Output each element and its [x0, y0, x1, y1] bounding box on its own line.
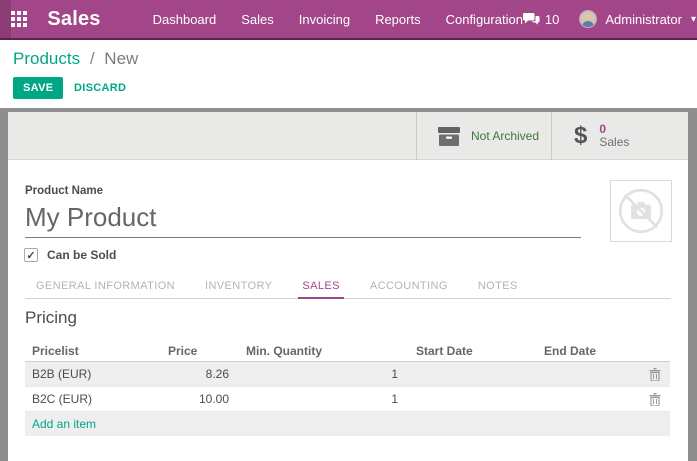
- breadcrumb: Products / New: [13, 49, 138, 69]
- table-row[interactable]: B2B (EUR) 8.26 1: [25, 362, 670, 387]
- product-image-upload[interactable]: [610, 180, 672, 242]
- menu-item-invoicing[interactable]: Invoicing: [299, 12, 350, 27]
- apps-grid-icon: [11, 11, 27, 27]
- topbar-left-edge: [0, 0, 11, 38]
- not-archived-label: Not Archived: [471, 129, 539, 143]
- trash-icon: [649, 393, 661, 406]
- menu-item-reports[interactable]: Reports: [375, 12, 421, 27]
- discard-button[interactable]: DISCARD: [66, 77, 134, 99]
- button-box: Not Archived $ 0 Sales: [8, 112, 688, 160]
- add-an-item-link[interactable]: Add an item: [25, 417, 96, 431]
- checkmark-icon: ✓: [26, 249, 35, 262]
- delete-row-button[interactable]: [649, 393, 661, 406]
- breadcrumb-products-link[interactable]: Products: [13, 49, 80, 68]
- pricing-section-title: Pricing: [25, 308, 77, 328]
- can-be-sold-field[interactable]: ✓ Can be Sold: [24, 248, 116, 262]
- breadcrumb-separator: /: [90, 49, 95, 68]
- column-header-end-date: End Date: [530, 344, 640, 358]
- archive-box-icon: [437, 126, 461, 147]
- user-avatar[interactable]: [579, 10, 597, 28]
- cell-price[interactable]: 10.00: [160, 392, 235, 406]
- tab-general-information[interactable]: GENERAL INFORMATION: [32, 280, 179, 298]
- can-be-sold-checkbox[interactable]: ✓: [24, 248, 38, 262]
- topbar-right: 10 Administrator ▾: [523, 10, 697, 28]
- breadcrumb-current: New: [104, 49, 138, 68]
- product-name-input[interactable]: [25, 198, 581, 238]
- trash-icon: [649, 368, 661, 381]
- table-header-row: Pricelist Price Min. Quantity Start Date…: [25, 340, 670, 362]
- dollar-icon: $: [574, 122, 587, 150]
- form-sheet: Not Archived $ 0 Sales: [8, 112, 688, 461]
- menu-item-dashboard[interactable]: Dashboard: [153, 12, 217, 27]
- app-window: Sales Dashboard Sales Invoicing Reports …: [0, 0, 697, 461]
- column-header-price: Price: [160, 344, 235, 358]
- can-be-sold-label: Can be Sold: [47, 248, 116, 262]
- cell-price[interactable]: 8.26: [160, 367, 235, 381]
- pricelist-table: Pricelist Price Min. Quantity Start Date…: [25, 340, 670, 436]
- menu-item-sales[interactable]: Sales: [241, 12, 274, 27]
- form-background: Not Archived $ 0 Sales: [0, 108, 697, 461]
- tab-accounting[interactable]: ACCOUNTING: [366, 280, 452, 298]
- sales-stat-button[interactable]: $ 0 Sales: [551, 112, 688, 160]
- messages-button[interactable]: 10: [523, 12, 559, 27]
- cell-pricelist[interactable]: B2B (EUR): [25, 367, 160, 381]
- no-image-camera-icon: [613, 183, 669, 239]
- delete-row-button[interactable]: [649, 368, 661, 381]
- sales-label: Sales: [599, 136, 629, 149]
- speech-bubbles-icon: [523, 12, 540, 26]
- app-title: Sales: [47, 8, 100, 31]
- tab-notes[interactable]: NOTES: [474, 280, 522, 298]
- tab-sales[interactable]: SALES: [298, 280, 343, 299]
- main-menu: Dashboard Sales Invoicing Reports Config…: [153, 12, 523, 27]
- product-name-label: Product Name: [25, 185, 103, 197]
- menu-item-configuration[interactable]: Configuration: [446, 12, 523, 27]
- column-header-pricelist: Pricelist: [25, 344, 160, 358]
- not-archived-button[interactable]: Not Archived: [416, 112, 551, 160]
- column-header-start-date: Start Date: [400, 344, 530, 358]
- add-item-row: Add an item: [25, 412, 670, 436]
- control-panel: Products / New SAVE DISCARD: [0, 40, 697, 108]
- cell-min-quantity[interactable]: 1: [235, 367, 400, 381]
- user-menu[interactable]: Administrator: [605, 12, 682, 27]
- top-navbar: Sales Dashboard Sales Invoicing Reports …: [0, 0, 697, 40]
- notebook-tabs: GENERAL INFORMATION INVENTORY SALES ACCO…: [25, 276, 671, 299]
- chevron-down-icon[interactable]: ▾: [691, 14, 696, 25]
- cell-min-quantity[interactable]: 1: [235, 392, 400, 406]
- column-header-min-quantity: Min. Quantity: [235, 344, 400, 358]
- cell-pricelist[interactable]: B2C (EUR): [25, 392, 160, 406]
- tab-inventory[interactable]: INVENTORY: [201, 280, 276, 298]
- messages-count: 10: [545, 12, 559, 27]
- save-button[interactable]: SAVE: [13, 77, 63, 99]
- table-row[interactable]: B2C (EUR) 10.00 1: [25, 387, 670, 412]
